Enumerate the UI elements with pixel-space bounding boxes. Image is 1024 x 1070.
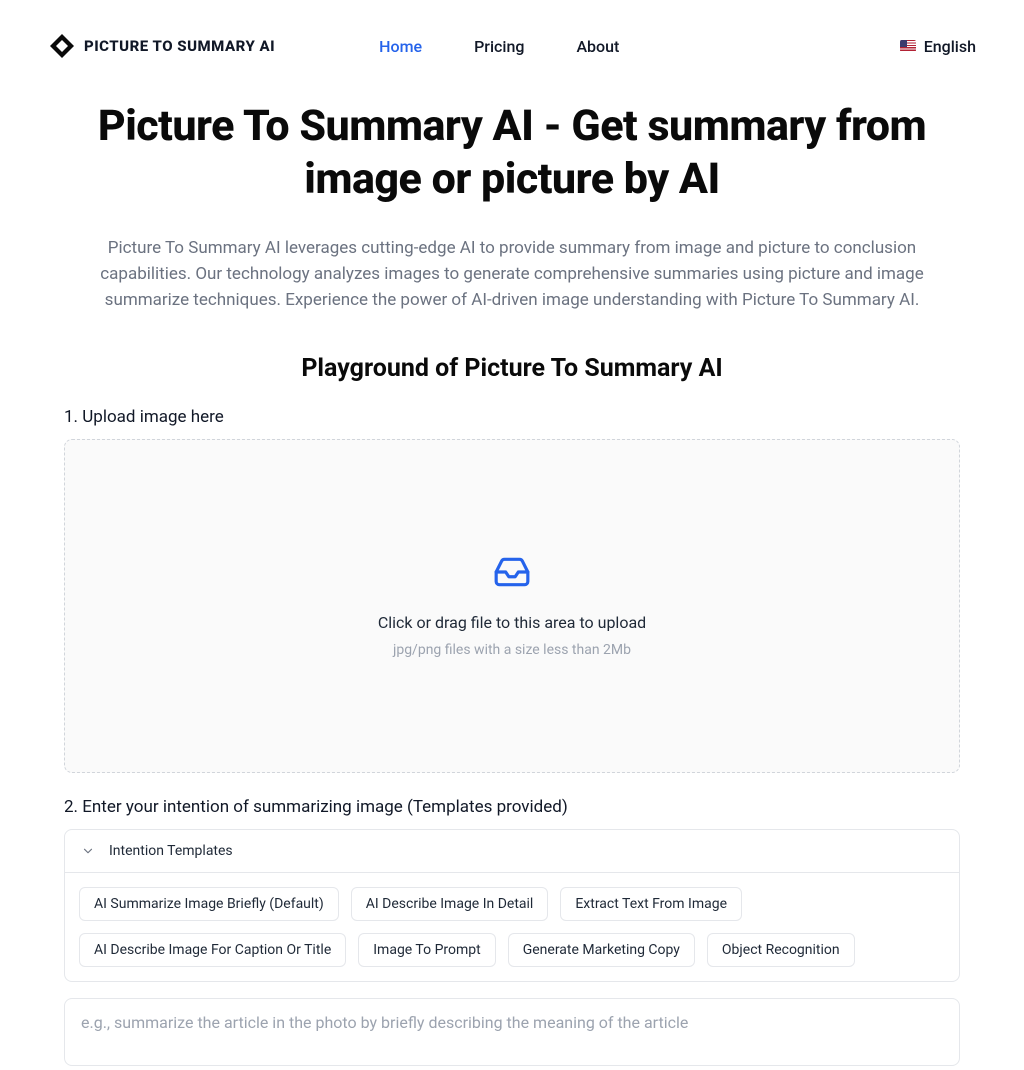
playground-title: Playground of Picture To Summary AI <box>64 354 960 383</box>
nav-about[interactable]: About <box>576 37 619 56</box>
language-selector[interactable]: English <box>900 37 976 56</box>
logo-text: PICTURE TO SUMMARY AI <box>84 37 275 55</box>
step2-label: 2. Enter your intention of summarizing i… <box>64 797 960 817</box>
main-nav: Home Pricing About <box>379 37 619 56</box>
flag-icon <box>900 40 916 52</box>
upload-sub-text: jpg/png files with a size less than 2Mb <box>393 642 631 658</box>
template-button[interactable]: AI Summarize Image Briefly (Default) <box>79 887 339 921</box>
main-content: Picture To Summary AI - Get summary from… <box>0 100 1024 1070</box>
header: PICTURE TO SUMMARY AI Home Pricing About… <box>0 0 1024 92</box>
logo-icon <box>48 32 76 60</box>
template-button[interactable]: Generate Marketing Copy <box>508 933 695 967</box>
logo[interactable]: PICTURE TO SUMMARY AI <box>48 32 275 60</box>
templates-header-label: Intention Templates <box>109 843 233 859</box>
inbox-icon <box>493 553 531 591</box>
template-button[interactable]: Object Recognition <box>707 933 855 967</box>
templates-collapse-header[interactable]: Intention Templates <box>64 829 960 873</box>
chevron-down-icon <box>81 844 95 858</box>
hero-description: Picture To Summary AI leverages cutting-… <box>82 235 942 314</box>
language-label: English <box>924 37 976 56</box>
template-button[interactable]: Image To Prompt <box>358 933 495 967</box>
hero-title: Picture To Summary AI - Get summary from… <box>64 100 960 207</box>
intention-input[interactable] <box>64 998 960 1066</box>
upload-main-text: Click or drag file to this area to uploa… <box>378 613 646 632</box>
upload-dropzone[interactable]: Click or drag file to this area to uploa… <box>64 439 960 773</box>
nav-home[interactable]: Home <box>379 37 422 56</box>
templates-body: AI Summarize Image Briefly (Default) AI … <box>64 873 960 982</box>
nav-pricing[interactable]: Pricing <box>474 37 524 56</box>
step1-label: 1. Upload image here <box>64 407 960 427</box>
template-button[interactable]: Extract Text From Image <box>560 887 742 921</box>
template-button[interactable]: AI Describe Image For Caption Or Title <box>79 933 346 967</box>
template-button[interactable]: AI Describe Image In Detail <box>351 887 549 921</box>
